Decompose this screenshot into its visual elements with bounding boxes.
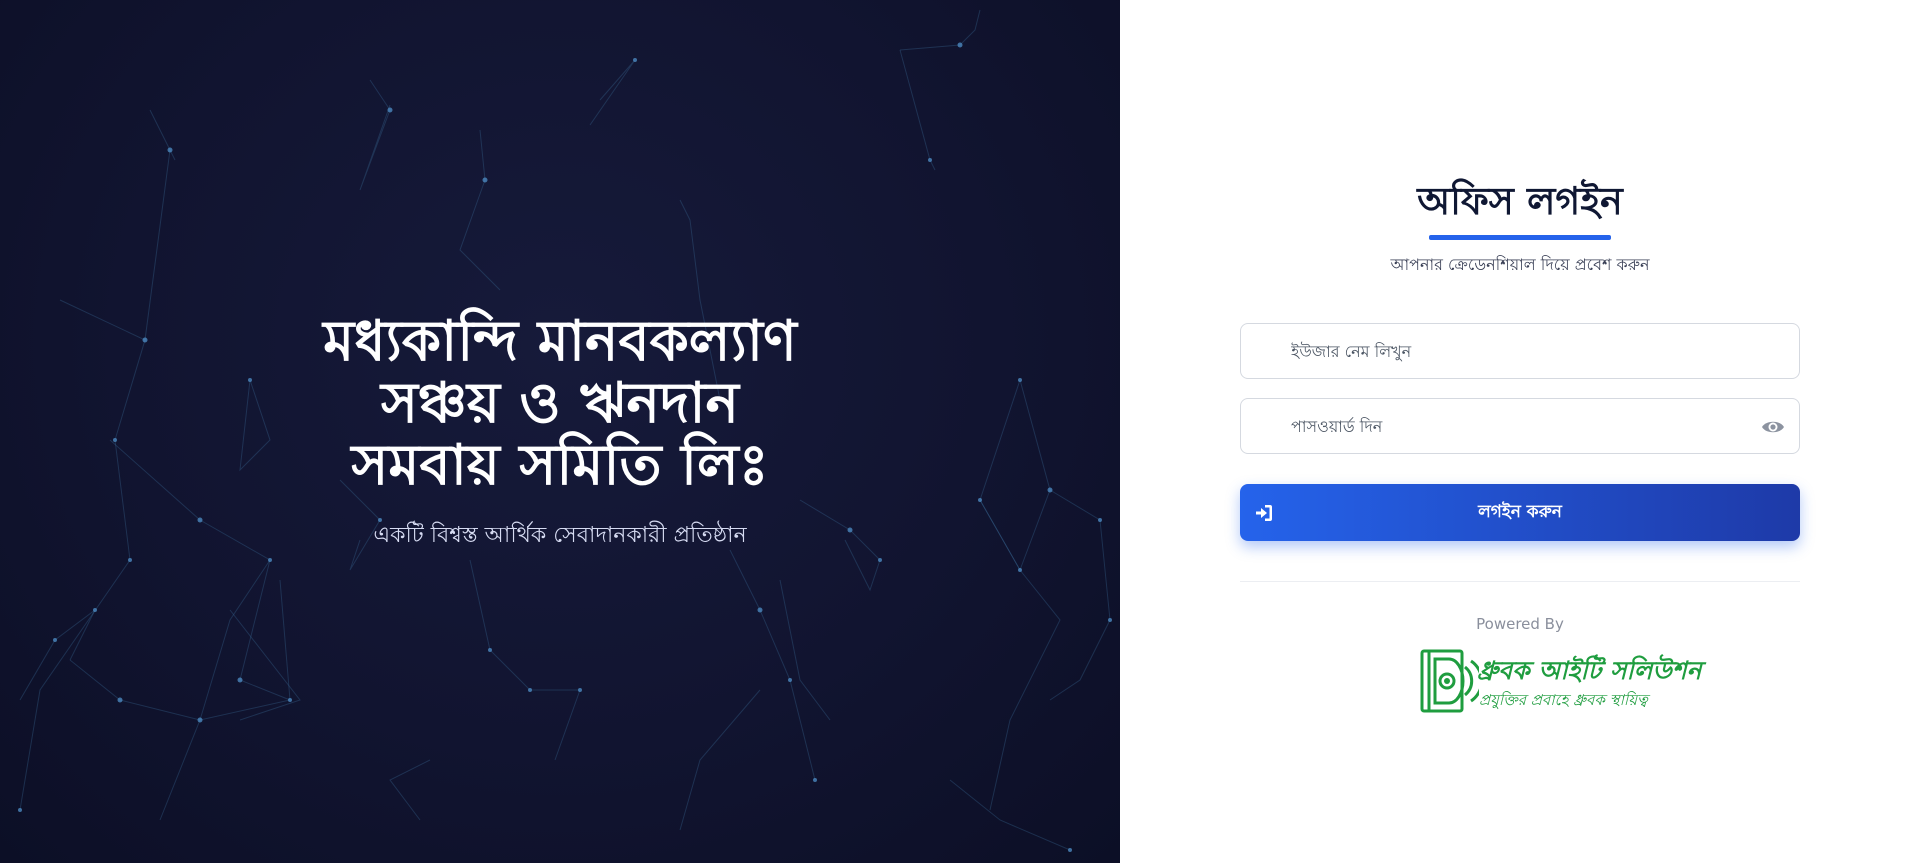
organization-name-line-3: সমবায় সমিতি লিঃ <box>351 432 769 498</box>
hero-text-block: মধ্যকান্দি মানবকল্যাণ সঞ্চয় ও ঋনদান সমব… <box>0 310 1120 555</box>
username-field <box>1240 323 1800 379</box>
brand-logo[interactable]: ধ্রুবক আইটি সলিউশন প্রযুক্তির প্রবাহে ধ্… <box>1419 645 1701 717</box>
powered-by-label: Powered By <box>1476 615 1564 633</box>
login-button-label: লগইন করুন <box>1478 501 1562 522</box>
title-underline <box>1429 235 1611 240</box>
login-title: অফিস লগইন <box>1417 178 1623 223</box>
password-input[interactable] <box>1241 399 1799 453</box>
organization-name: মধ্যকান্দি মানবকল্যাণ সঞ্চয় ও ঋনদান সমব… <box>0 310 1120 496</box>
brand-block: ধ্রুবক আইটি সলিউশন প্রযুক্তির প্রবাহে ধ্… <box>1240 645 1800 717</box>
password-field <box>1240 398 1800 454</box>
login-panel: অফিস লগইন আপনার ক্রেডেনশিয়াল দিয়ে প্রব… <box>1120 0 1919 863</box>
username-input[interactable] <box>1241 324 1799 378</box>
brand-tagline: প্রযুক্তির প্রবাহে ধ্রুবক স্থায়িত্ব <box>1479 691 1648 709</box>
brand-mark-icon <box>1420 649 1479 713</box>
organization-name-line-2: সঞ্চয় ও ঋনদান <box>381 370 739 436</box>
organization-name-line-1: মধ্যকান্দি মানবকল্যাণ <box>323 308 797 374</box>
brand-name: ধ্রুবক আইটি সলিউশন <box>1477 656 1702 685</box>
hero-panel: মধ্যকান্দি মানবকল্যাণ সঞ্চয় ও ঋনদান সমব… <box>0 0 1120 863</box>
divider <box>1240 581 1800 582</box>
eye-icon[interactable] <box>1761 416 1785 438</box>
organization-tagline: একটি বিশ্বস্ত আর্থিক সেবাদানকারী প্রতিষ্… <box>373 523 747 548</box>
sign-in-icon <box>1256 505 1272 521</box>
login-form: অফিস লগইন আপনার ক্রেডেনশিয়াল দিয়ে প্রব… <box>1240 175 1800 717</box>
login-page: মধ্যকান্দি মানবকল্যাণ সঞ্চয় ও ঋনদান সমব… <box>0 0 1919 863</box>
login-button[interactable]: লগইন করুন <box>1240 484 1800 541</box>
login-subtitle: আপনার ক্রেডেনশিয়াল দিয়ে প্রবেশ করুন <box>1390 255 1650 274</box>
